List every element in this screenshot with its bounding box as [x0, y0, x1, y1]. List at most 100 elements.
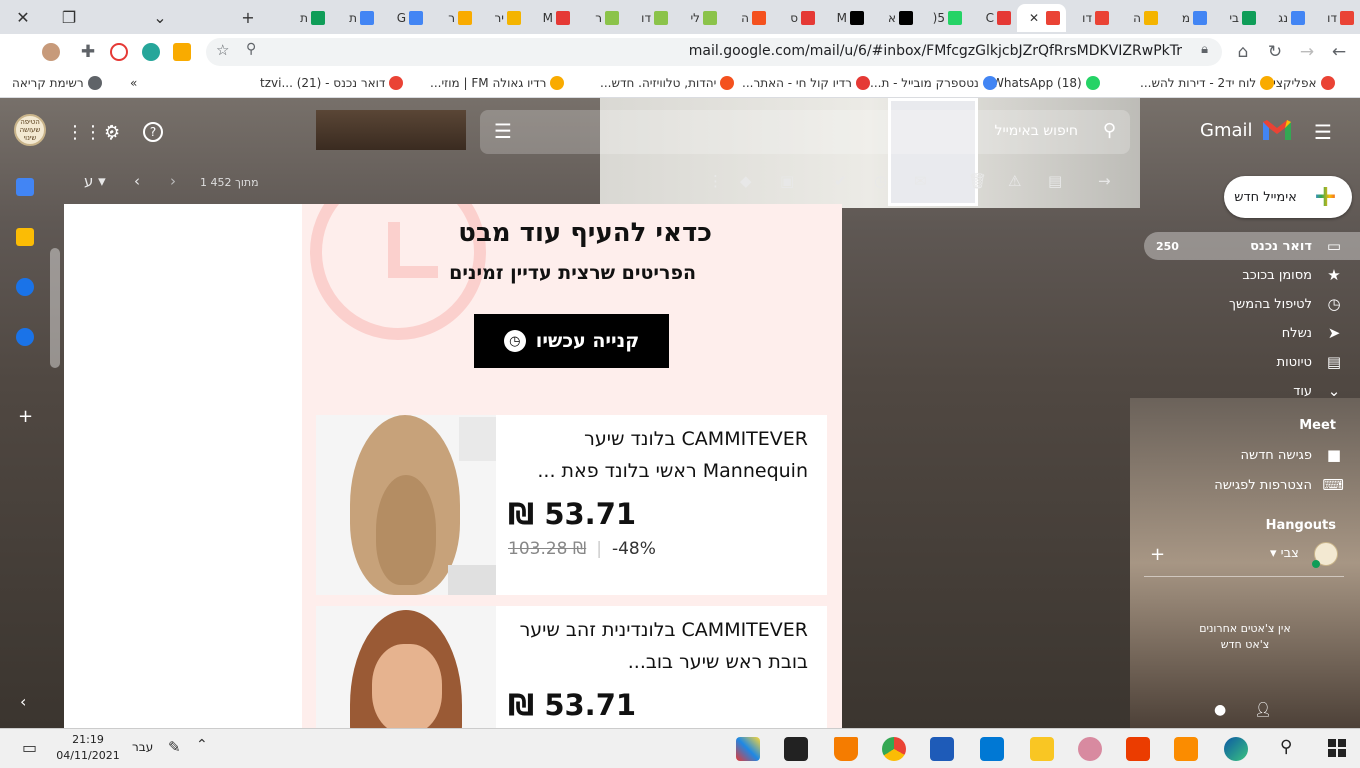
browser-tab[interactable]: א: [870, 4, 919, 32]
bookmark-item[interactable]: לוח יד2 - דירות להש...: [1140, 76, 1275, 90]
search-bar[interactable]: ⚲ חיפוש באימייל ☰: [480, 110, 1130, 154]
bookmark-item[interactable]: (18) WhatsApp: [992, 76, 1100, 90]
keep-icon[interactable]: [16, 228, 34, 246]
extension-a-icon[interactable]: [110, 43, 128, 61]
browser-tab[interactable]: ר: [429, 4, 478, 32]
bookmarks-overflow-button[interactable]: »: [130, 76, 137, 90]
search-icon[interactable]: ⚲: [1103, 120, 1116, 141]
office-icon[interactable]: [1126, 737, 1150, 761]
new-conversation-plus-icon[interactable]: +: [1150, 544, 1165, 565]
bookmark-star-icon[interactable]: ☆: [216, 41, 229, 59]
solitaire-icon[interactable]: [784, 737, 808, 761]
help-icon[interactable]: ?: [143, 122, 163, 142]
sidebar-item-chevron-down[interactable]: ⌄ עוד: [1144, 377, 1360, 405]
bookmark-item[interactable]: רדיו גאולה FM | מוזי...: [430, 76, 565, 90]
restore-window-button[interactable]: ❐: [46, 0, 92, 34]
label-icon[interactable]: ◆: [740, 172, 752, 190]
mail-icon[interactable]: [980, 737, 1004, 761]
browser-tab[interactable]: דו: [625, 4, 674, 32]
browser-tab[interactable]: נג: [1262, 4, 1311, 32]
browser-tab[interactable]: יר: [478, 4, 527, 32]
browser-tab[interactable]: ת: [282, 4, 331, 32]
meet-join-meeting[interactable]: ⌨ הצטרפות לפגישה: [1144, 471, 1360, 499]
gmail-logo[interactable]: Gmail: [1200, 118, 1293, 142]
edge-icon[interactable]: [1224, 737, 1248, 761]
hangouts-user[interactable]: צבי ▾: [1270, 546, 1299, 561]
home-icon[interactable]: ⌂: [1230, 39, 1256, 65]
sidebar-item-snooze[interactable]: ◷ לטיפול בהמשך: [1144, 290, 1360, 318]
bookmark-item[interactable]: רשימת קריאה: [12, 76, 102, 90]
chat-bubble-icon[interactable]: ●: [1214, 702, 1226, 718]
product-card[interactable]: CAMMITEVER בלונד שיער Mannequin ראשי בלו…: [316, 415, 827, 595]
windows-start-icon[interactable]: [1328, 739, 1346, 757]
media-player-icon[interactable]: [1174, 737, 1198, 761]
lock-icon[interactable]: 🔒︎: [1201, 42, 1208, 57]
collapse-side-panel-icon[interactable]: ‹: [20, 692, 26, 711]
account-avatar[interactable]: הטיפה שעושה שינוי: [14, 114, 46, 146]
sidebar-item-inbox[interactable]: ▭ דואר נכנס 250: [1144, 232, 1360, 260]
browser-tab[interactable]: מ: [1164, 4, 1213, 32]
browser-tab[interactable]: ה: [1115, 4, 1164, 32]
reload-icon[interactable]: ↻: [1262, 39, 1288, 65]
delete-icon[interactable]: 🗑︎: [968, 172, 987, 190]
input-tools-dropdown[interactable]: ע ▾: [84, 172, 106, 190]
extension-shield-icon[interactable]: [142, 43, 160, 61]
snooze-icon[interactable]: ◷: [874, 172, 887, 190]
product-title[interactable]: CAMMITEVER בלונד שיער Mannequin ראשי בלו…: [508, 423, 808, 487]
browser-tab[interactable]: בי: [1213, 4, 1262, 32]
browser-tab[interactable]: ר: [576, 4, 625, 32]
calendar-icon[interactable]: [16, 178, 34, 196]
side-panel-scrollbar[interactable]: [50, 248, 60, 368]
new-tab-button[interactable]: +: [225, 0, 271, 34]
input-language[interactable]: עבר: [132, 740, 153, 754]
sidebar-item-draft[interactable]: ▤ טיוטות: [1144, 348, 1360, 376]
vlc-icon[interactable]: [834, 737, 858, 761]
add-to-tasks-icon[interactable]: ✔: [834, 172, 847, 190]
product-image[interactable]: [316, 415, 496, 595]
close-tab-icon[interactable]: ✕: [1029, 11, 1039, 25]
app-icon[interactable]: [736, 737, 760, 761]
older-chevron-icon[interactable]: ‹: [134, 172, 140, 190]
show-hidden-icons-chevron-icon[interactable]: ⌃: [196, 737, 208, 753]
main-menu-icon[interactable]: ☰: [1314, 120, 1332, 144]
search-icon[interactable]: ⚲: [1280, 737, 1292, 757]
back-icon[interactable]: ←: [1326, 39, 1352, 65]
back-to-inbox-icon[interactable]: →: [1098, 172, 1111, 190]
tab-active[interactable]: ✕: [1017, 4, 1066, 32]
file-explorer-icon[interactable]: [1030, 737, 1054, 761]
bookmark-item[interactable]: רדיו קול חי - האתר...: [742, 76, 870, 90]
search-lens-icon[interactable]: ⚲: [246, 41, 256, 57]
browser-tab[interactable]: M: [527, 4, 576, 32]
search-options-icon[interactable]: ☰: [494, 119, 512, 143]
extensions-puzzle-icon[interactable]: ✚: [75, 39, 101, 65]
url-omnibox[interactable]: ☆ ⚲ mail.google.com/mail/u/6/#inbox/FMfc…: [206, 38, 1222, 66]
tasks-icon[interactable]: [16, 278, 34, 296]
word-icon[interactable]: [930, 737, 954, 761]
profile-avatar[interactable]: [42, 43, 60, 61]
contacts-person-icon[interactable]: 👤︎: [1254, 702, 1272, 718]
product-image[interactable]: [316, 606, 496, 728]
browser-tab[interactable]: 5(: [919, 4, 968, 32]
sidebar-item-send[interactable]: ➤ נשלח: [1144, 319, 1360, 347]
compose-button[interactable]: + אימייל חדש: [1224, 176, 1352, 218]
browser-tab[interactable]: C: [968, 4, 1017, 32]
pen-icon[interactable]: ✎: [168, 738, 181, 756]
bookmark-item[interactable]: נטספרק מובייל - ת...: [870, 76, 997, 90]
search-input[interactable]: חיפוש באימייל: [994, 123, 1078, 139]
product-title[interactable]: CAMMITEVER בלונדינית זהב שיער בובת ראש ש…: [508, 614, 808, 678]
product-card[interactable]: CAMMITEVER בלונדינית זהב שיער בובת ראש ש…: [316, 606, 827, 728]
chrome-icon[interactable]: [882, 737, 906, 761]
system-clock[interactable]: 21:19 04/11/2021: [56, 732, 120, 764]
buy-now-button[interactable]: קנייה עכשיו ◷: [474, 314, 669, 368]
bookmark-item[interactable]: יהדות, טלוויזיה. חדש...: [600, 76, 735, 90]
more-options-icon[interactable]: ⋮: [708, 172, 723, 190]
meet-new-meeting[interactable]: ■ פגישה חדשה: [1144, 441, 1360, 469]
tab-search-chevron-icon[interactable]: ⌄: [137, 0, 183, 34]
photos-icon[interactable]: [1078, 737, 1102, 761]
mark-unread-icon[interactable]: ✉: [914, 172, 927, 190]
browser-tab[interactable]: ה: [723, 4, 772, 32]
contacts-icon[interactable]: [16, 328, 34, 346]
browser-tab[interactable]: G: [380, 4, 429, 32]
bookmark-item[interactable]: דואר נכנס - tzvi... (21): [260, 76, 404, 90]
get-addons-plus-icon[interactable]: +: [18, 406, 33, 427]
